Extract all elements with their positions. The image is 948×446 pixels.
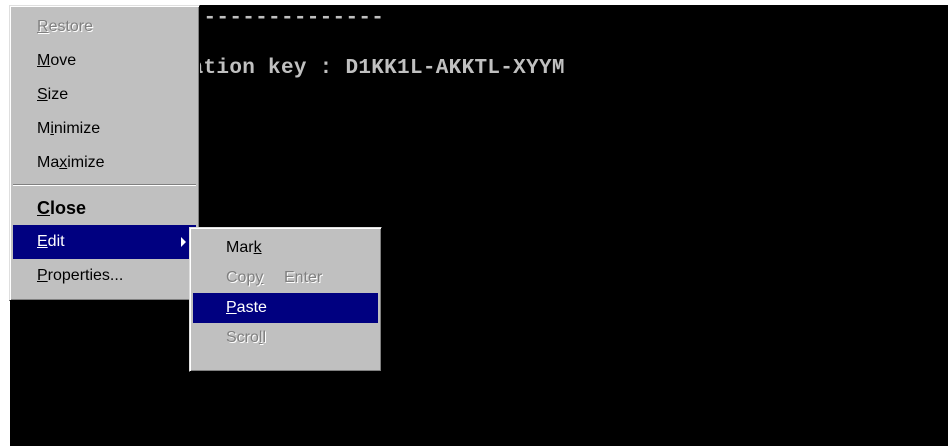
menu-item-minimize[interactable]: Minimize [13, 112, 196, 146]
menu-label: Ma [37, 154, 60, 171]
menu-mnemonic: y [255, 269, 264, 286]
menu-mnemonic: E [37, 233, 48, 250]
copy-shortcut: Enter [284, 269, 323, 286]
menu-mnemonic: R [37, 18, 49, 35]
menu-mnemonic: M [37, 52, 51, 69]
menu-label: l [262, 329, 267, 346]
menu-mnemonic: S [37, 86, 48, 103]
menu-label: ize [47, 86, 69, 103]
menu-label: lose [50, 198, 87, 218]
menu-label: roperties... [47, 267, 124, 284]
submenu-item-scroll[interactable]: Scroll [193, 323, 378, 353]
menu-mnemonic: P [226, 299, 237, 316]
menu-mnemonic: k [253, 239, 262, 256]
menu-item-restore[interactable]: Restore [13, 10, 196, 44]
menu-label: ove [50, 52, 77, 69]
menu-label: estore [48, 18, 94, 35]
submenu-item-mark[interactable]: Mark [193, 233, 378, 263]
menu-label: aste [236, 299, 267, 316]
system-menu: Restore Move Size Minimize Maximize Clos… [9, 5, 200, 301]
menu-label: imize [67, 154, 105, 171]
menu-item-close[interactable]: Close [13, 191, 196, 225]
menu-item-maximize[interactable]: Maximize [13, 146, 196, 180]
menu-mnemonic: C [37, 198, 50, 218]
menu-label: Cop [226, 269, 256, 286]
menu-item-size[interactable]: Size [13, 78, 196, 112]
menu-item-edit[interactable]: Edit [13, 225, 196, 259]
menu-label: nimize [53, 120, 101, 137]
submenu-item-copy[interactable]: Copy Enter [193, 263, 378, 293]
menu-label: Scro [226, 329, 259, 346]
menu-item-properties[interactable]: Properties... [13, 259, 196, 293]
menu-item-move[interactable]: Move [13, 44, 196, 78]
menu-separator [13, 184, 196, 186]
menu-label: Mar [226, 239, 254, 256]
submenu-item-paste[interactable]: Paste [193, 293, 378, 323]
submenu-arrow-icon [181, 237, 186, 247]
menu-mnemonic: P [37, 267, 48, 284]
menu-label: M [37, 120, 51, 137]
menu-label: dit [47, 233, 65, 250]
edit-submenu: Mark Copy Enter Paste Scroll [189, 227, 382, 372]
